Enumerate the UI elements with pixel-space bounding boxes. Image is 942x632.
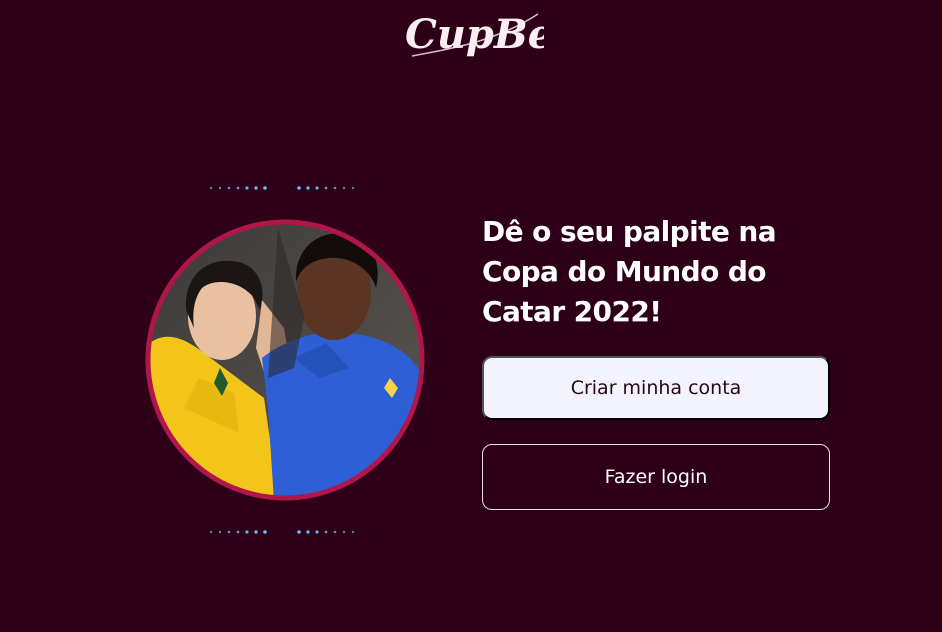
headline-line: Copa do Mundo do — [482, 255, 767, 288]
hero-photo — [144, 218, 426, 502]
decorative-dots-icon — [208, 529, 272, 535]
decorative-dots-icon — [296, 185, 360, 191]
hero-image-section — [110, 180, 460, 550]
landing-page: CupBet — [0, 0, 942, 632]
decorative-dots-icon — [208, 185, 272, 191]
headline: Dê o seu palpite na Copa do Mundo do Cat… — [482, 212, 822, 332]
headline-line: Catar 2022! — [482, 295, 662, 328]
decorative-dots-icon — [296, 529, 360, 535]
login-button[interactable]: Fazer login — [482, 444, 830, 510]
create-account-button[interactable]: Criar minha conta — [482, 356, 830, 420]
cupbet-logo[interactable]: CupBet — [402, 4, 544, 64]
logo-text: CupBet — [405, 11, 544, 58]
headline-line: Dê o seu palpite na — [482, 215, 777, 248]
